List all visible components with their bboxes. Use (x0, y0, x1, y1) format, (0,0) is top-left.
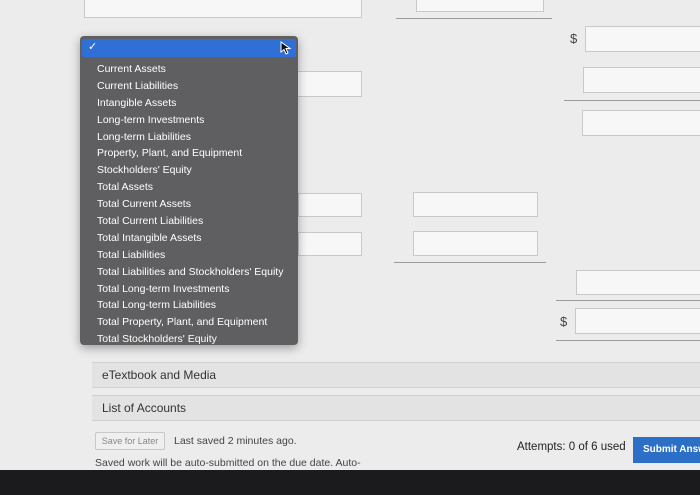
dropdown-option[interactable]: Intangible Assets (80, 95, 298, 112)
list-of-accounts-panel[interactable]: List of Accounts (92, 395, 700, 421)
screen-bezel (0, 470, 700, 495)
dropdown-option[interactable]: Current Assets (80, 61, 298, 78)
dropdown-option[interactable]: Total Property, Plant, and Equipment (80, 314, 298, 331)
checkmark-icon: ✓ (88, 41, 98, 53)
amount-input-mid-4[interactable] (413, 192, 538, 217)
dropdown-option[interactable]: Long-term Investments (80, 112, 298, 129)
auto-submit-note: Saved work will be auto-submitted on the… (95, 457, 361, 469)
etextbook-media-label: eTextbook and Media (102, 368, 217, 382)
dropdown-option[interactable]: Total Current Assets (80, 196, 298, 213)
dropdown-option[interactable]: Long-term Liabilities (80, 129, 298, 146)
amount-input-right-1[interactable] (585, 26, 700, 52)
dropdown-option[interactable]: Total Intangible Assets (80, 230, 298, 247)
amount-input-top-mid[interactable] (416, 0, 544, 12)
attempts-counter: Attempts: 0 of 6 used (517, 441, 626, 453)
amount-input-left-5[interactable] (298, 232, 362, 256)
dropdown-option[interactable]: Total Liabilities and Stockholders' Equi… (80, 264, 298, 281)
amount-input-right-7[interactable] (575, 308, 700, 334)
account-dropdown-menu[interactable]: ✓ Current Assets Current Liabilities Int… (80, 36, 298, 345)
amount-input-left-4[interactable] (298, 193, 362, 217)
dropdown-option[interactable]: Total Liabilities (80, 247, 298, 264)
etextbook-media-panel[interactable]: eTextbook and Media (92, 362, 700, 388)
dropdown-option[interactable]: Total Assets (80, 179, 298, 196)
underline-right-6 (556, 300, 700, 301)
dropdown-option[interactable]: Current Liabilities (80, 78, 298, 95)
amount-input-mid-5[interactable] (413, 231, 538, 256)
dropdown-option[interactable]: Total Current Liabilities (80, 213, 298, 230)
underline-right-2 (564, 100, 700, 101)
list-of-accounts-label: List of Accounts (102, 401, 187, 415)
amount-input-right-2[interactable] (583, 67, 700, 93)
dropdown-option[interactable]: Total Long-term Investments (80, 281, 298, 298)
amount-input-right-6[interactable] (576, 270, 700, 295)
last-saved-status: Last saved 2 minutes ago. (174, 435, 297, 447)
amount-input-right-3[interactable] (582, 110, 700, 136)
dollar-sign-1: $ (570, 31, 578, 46)
dropdown-options-list: Current Assets Current Liabilities Intan… (80, 57, 298, 348)
dropdown-option[interactable]: Total Stockholders' Equity (80, 331, 298, 348)
underline-top-mid (396, 18, 552, 19)
underline-right-7 (556, 340, 700, 341)
amount-input-left-2[interactable] (296, 71, 362, 97)
account-select-field-top[interactable] (84, 0, 362, 18)
underline-mid-5 (394, 262, 546, 263)
submit-answer-button[interactable]: Submit Answ (633, 437, 700, 463)
dropdown-selected-blank-option[interactable]: ✓ (82, 39, 296, 57)
save-for-later-button[interactable]: Save for Later (95, 432, 165, 450)
mouse-pointer-icon (280, 41, 292, 55)
dollar-sign-2: $ (560, 314, 568, 329)
dropdown-option[interactable]: Stockholders' Equity (80, 162, 298, 179)
dropdown-option[interactable]: Total Long-term Liabilities (80, 297, 298, 314)
dropdown-option[interactable]: Property, Plant, and Equipment (80, 145, 298, 162)
